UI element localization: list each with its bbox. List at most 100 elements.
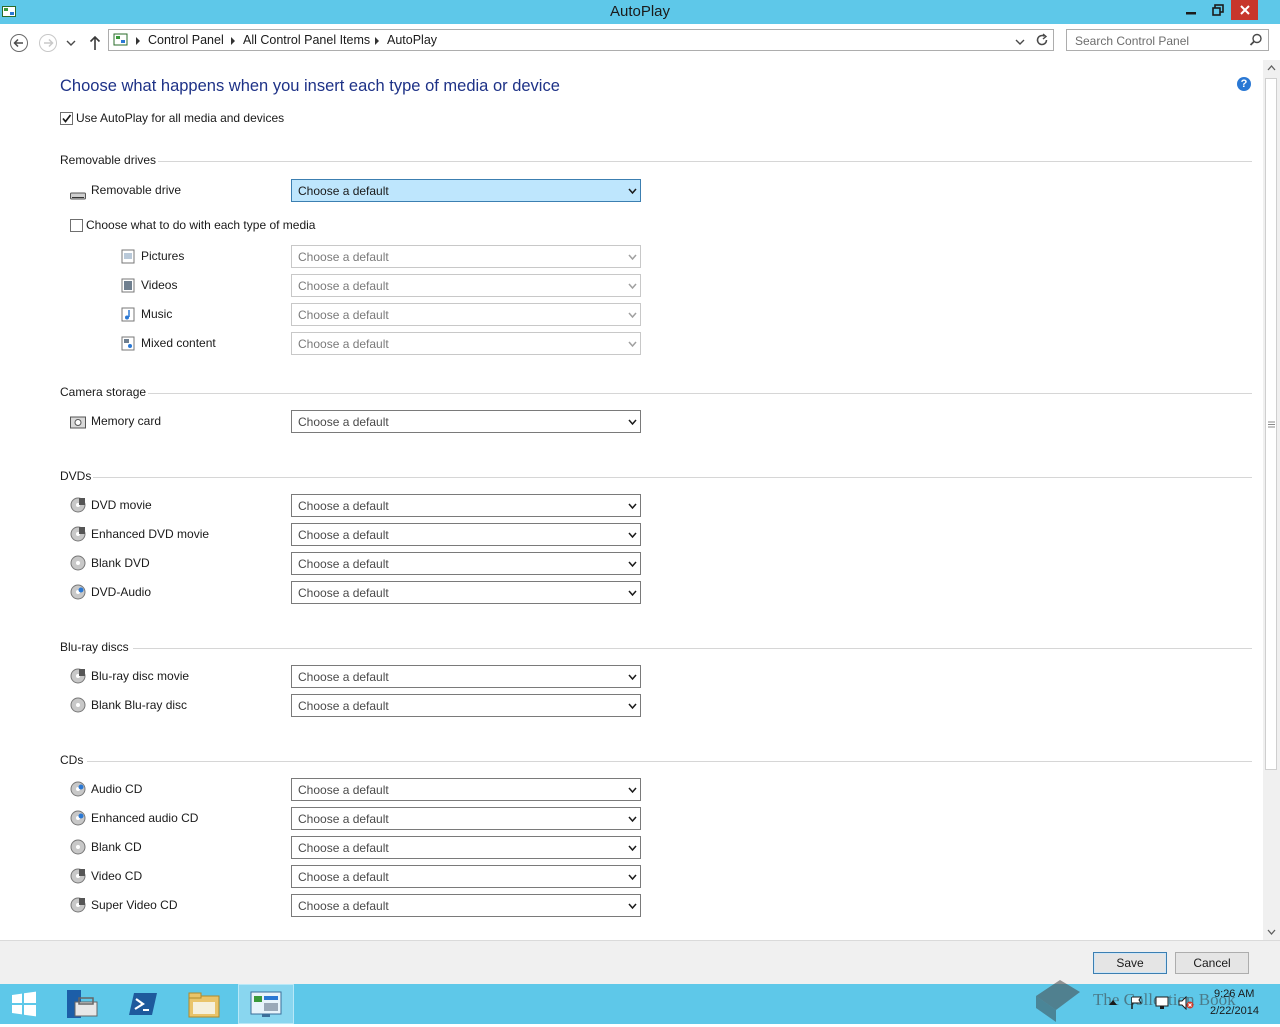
taskbar-control-panel[interactable]	[238, 984, 294, 1024]
select-value: Choose a default	[298, 415, 389, 429]
page-title: Choose what happens when you insert each…	[60, 77, 560, 95]
chevron-down-icon	[628, 312, 637, 319]
super-video-cd-label: Super Video CD	[91, 898, 178, 912]
section-divider	[93, 477, 1252, 478]
control-panel-icon	[113, 32, 129, 48]
blank-bluray-icon	[70, 697, 86, 713]
use-autoplay-checkbox[interactable]	[60, 112, 73, 125]
select-value: Choose a default	[298, 783, 389, 797]
mixed-content-select[interactable]: Choose a default	[291, 332, 641, 355]
back-button[interactable]	[8, 32, 30, 54]
bluray-movie-select[interactable]: Choose a default	[291, 665, 641, 688]
dvd-movie-label: DVD movie	[91, 498, 152, 512]
blank-bluray-select[interactable]: Choose a default	[291, 694, 641, 717]
up-button[interactable]	[84, 32, 106, 54]
chevron-down-icon	[628, 845, 637, 852]
chevron-down-icon	[628, 674, 637, 681]
pictures-icon	[121, 249, 137, 265]
save-button[interactable]: Save	[1093, 952, 1167, 974]
show-hidden-icons-button[interactable]	[1107, 996, 1121, 1010]
restore-button[interactable]	[1204, 0, 1231, 20]
cancel-button[interactable]: Cancel	[1175, 952, 1249, 974]
each-media-type-checkbox[interactable]	[70, 219, 83, 232]
search-input[interactable]	[1073, 32, 1247, 50]
enhanced-audio-cd-select[interactable]: Choose a default	[291, 807, 641, 830]
server-manager-icon	[67, 990, 98, 1018]
vertical-scrollbar[interactable]	[1263, 60, 1280, 940]
powershell-icon	[129, 993, 157, 1015]
address-dropdown-button[interactable]	[1015, 36, 1025, 50]
checkmark-icon	[62, 114, 72, 123]
select-value: Choose a default	[298, 812, 389, 826]
videos-select[interactable]: Choose a default	[291, 274, 641, 297]
video-cd-select[interactable]: Choose a default	[291, 865, 641, 888]
address-bar[interactable]: Control Panel All Control Panel Items Au…	[108, 29, 1054, 51]
chevron-down-icon	[66, 40, 76, 46]
forward-button[interactable]	[37, 32, 59, 54]
taskbar-server-manager[interactable]	[56, 984, 108, 1024]
clock-date[interactable]: 2/22/2014	[1210, 1005, 1259, 1017]
enhanced-dvd-select[interactable]: Choose a default	[291, 523, 641, 546]
super-video-cd-select[interactable]: Choose a default	[291, 894, 641, 917]
select-value: Choose a default	[298, 841, 389, 855]
forward-arrow-icon	[39, 34, 57, 52]
super-video-cd-icon	[70, 897, 86, 913]
music-select[interactable]: Choose a default	[291, 303, 641, 326]
search-box[interactable]	[1066, 29, 1269, 51]
videos-icon	[121, 278, 137, 294]
chevron-down-icon	[628, 874, 637, 881]
section-bluray: Blu-ray discs	[60, 640, 129, 654]
enhanced-dvd-icon	[70, 526, 86, 542]
removable-drive-select[interactable]: Choose a default	[291, 179, 641, 202]
search-icon[interactable]	[1249, 33, 1263, 50]
dvd-audio-icon	[70, 584, 86, 600]
video-cd-label: Video CD	[91, 869, 143, 883]
chevron-down-icon	[628, 283, 637, 290]
window-title: AutoPlay	[609, 3, 671, 20]
breadcrumb-separator-icon	[231, 37, 235, 45]
control-panel-icon	[250, 991, 282, 1017]
taskbar-file-explorer[interactable]	[178, 984, 230, 1024]
minimize-button[interactable]	[1177, 0, 1204, 20]
audio-cd-label: Audio CD	[91, 782, 143, 796]
volume-muted-icon[interactable]	[1178, 995, 1194, 1011]
blank-dvd-select[interactable]: Choose a default	[291, 552, 641, 575]
audio-cd-select[interactable]: Choose a default	[291, 778, 641, 801]
folder-icon	[188, 992, 220, 1018]
blank-dvd-label: Blank DVD	[91, 556, 150, 570]
pictures-select[interactable]: Choose a default	[291, 245, 641, 268]
close-button[interactable]	[1231, 0, 1258, 20]
video-cd-icon	[70, 868, 86, 884]
refresh-button[interactable]	[1035, 33, 1049, 50]
recent-locations-button[interactable]	[62, 32, 80, 54]
dvd-audio-select[interactable]: Choose a default	[291, 581, 641, 604]
memory-card-icon	[70, 415, 86, 431]
help-icon[interactable]: ?	[1237, 77, 1251, 91]
clock-time[interactable]: 9:26 AM	[1214, 988, 1254, 1000]
chevron-down-icon	[628, 254, 637, 261]
chevron-down-icon	[628, 341, 637, 348]
chevron-down-icon	[628, 703, 637, 710]
up-arrow-icon	[89, 35, 101, 50]
chevron-down-icon	[628, 532, 637, 539]
section-camera-storage: Camera storage	[60, 385, 147, 399]
breadcrumb-separator-icon	[136, 37, 140, 45]
memory-card-select[interactable]: Choose a default	[291, 410, 641, 433]
breadcrumb-control-panel[interactable]: Control Panel	[148, 33, 224, 47]
action-center-icon[interactable]	[1130, 996, 1144, 1010]
section-divider	[158, 161, 1252, 162]
breadcrumb-all-items[interactable]: All Control Panel Items	[243, 33, 370, 47]
start-button[interactable]	[0, 984, 48, 1024]
taskbar-powershell[interactable]	[117, 984, 169, 1024]
select-value: Choose a default	[298, 184, 389, 198]
blank-cd-select[interactable]: Choose a default	[291, 836, 641, 859]
memory-card-label: Memory card	[91, 414, 162, 428]
breadcrumb-autoplay[interactable]: AutoPlay	[387, 33, 437, 47]
select-value: Choose a default	[298, 670, 389, 684]
breadcrumb-separator-icon	[375, 37, 379, 45]
network-icon[interactable]	[1155, 996, 1169, 1010]
dvd-movie-select[interactable]: Choose a default	[291, 494, 641, 517]
dialog-footer: Save Cancel	[0, 940, 1280, 984]
select-value: Choose a default	[298, 279, 389, 293]
scrollbar-thumb[interactable]	[1265, 78, 1277, 770]
